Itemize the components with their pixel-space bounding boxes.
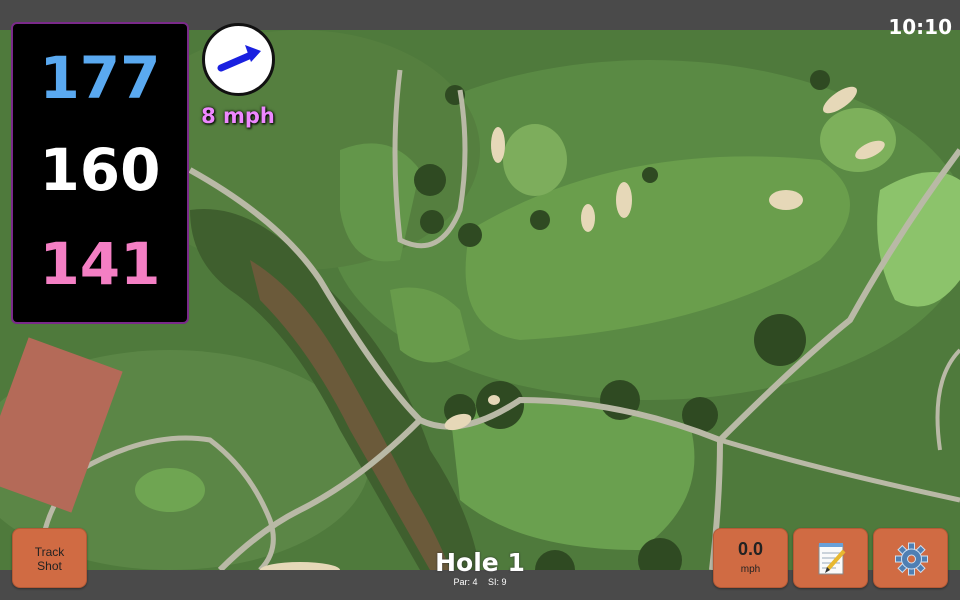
clock: 10:10: [888, 15, 952, 39]
speed-button[interactable]: 0.0 mph: [713, 528, 788, 588]
speed-value: 0.0: [737, 539, 764, 559]
wind-direction-dial: [202, 23, 275, 96]
wind-arrow-icon: [217, 45, 261, 72]
notepad-icon: [818, 543, 846, 575]
settings-button[interactable]: [873, 528, 948, 588]
hole-title: Hole 1: [435, 548, 525, 577]
golf-gps-screen: 10:10 177 160 141 8 mph Track Shot Hole …: [0, 0, 960, 600]
back-distance: 177: [39, 44, 161, 112]
front-distance: 141: [39, 230, 161, 298]
hole-stroke-index: SI: 9: [488, 577, 507, 587]
hole-par: Par: 4: [453, 577, 478, 587]
track-shot-label-line2: Shot: [37, 559, 62, 573]
track-shot-label-line1: Track: [34, 545, 65, 559]
hole-info: Par: 4 SI: 9: [380, 577, 580, 587]
wind-speed-label: 8 mph: [201, 104, 275, 128]
center-distance: 160: [39, 136, 161, 204]
track-shot-button[interactable]: Track Shot: [12, 528, 87, 588]
speed-unit: mph: [740, 564, 761, 575]
notes-button[interactable]: [793, 528, 868, 588]
distance-panel: 177 160 141: [11, 22, 189, 324]
gear-icon: [895, 542, 928, 576]
